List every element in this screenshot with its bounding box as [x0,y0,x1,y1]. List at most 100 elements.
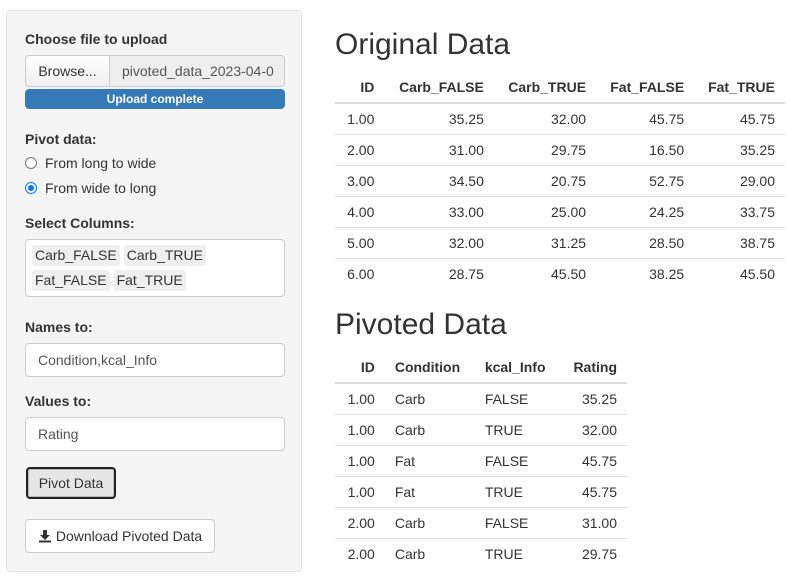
table-cell: 20.75 [493,165,597,197]
table-cell: 45.50 [493,258,597,289]
table-cell: 31.25 [493,227,597,259]
table-cell: 35.25 [384,102,494,135]
file-upload-label: Choose file to upload [25,31,168,47]
table-row: 2.00 31.00 29.75 16.50 35.25 [335,134,785,166]
column-header: ID [335,72,385,104]
table-cell: 25.00 [493,196,597,228]
upload-progress-fill: Upload complete [25,89,285,109]
column-header: kcal_Info [474,352,560,384]
table-cell: TRUE [474,414,560,446]
table-cell: Carb [384,382,475,415]
table-cell: 45.75 [694,102,785,135]
table-cell: 29.75 [493,134,597,166]
table-cell: TRUE [474,476,560,508]
table-row: 6.00 28.75 45.50 38.25 45.50 [335,258,785,289]
radio-label: From long to wide [45,155,157,171]
column-header: Rating [559,352,627,384]
table-cell: 33.75 [694,196,785,228]
selected-column-chip[interactable]: Carb_FALSE [32,245,120,266]
radio-long-to-wide[interactable]: From long to wide [25,155,156,171]
table-row: 2.00 Carb FALSE 31.00 [335,507,627,539]
table-row: 1.00 Fat FALSE 45.75 [335,445,627,477]
table-cell: 38.25 [596,258,695,289]
table-cell: FALSE [474,382,560,415]
table-cell: 29.75 [559,538,627,569]
table-cell: 35.25 [694,134,785,166]
radio-label: From wide to long [45,180,157,196]
download-pivoted-data-button[interactable]: Download Pivoted Data [25,519,215,553]
table-cell: 6.00 [335,258,385,289]
download-icon [38,530,51,543]
column-header: Fat_TRUE [694,72,785,104]
table-cell: 32.00 [559,414,627,446]
original-data-title: Original Data [335,28,511,61]
table-cell: 2.00 [335,538,385,569]
pivoted-data-table: ID Condition kcal_Info Rating 1.00 Carb FALSE… [335,352,627,569]
selected-column-chip[interactable]: Fat_TRUE [113,270,186,291]
original-data-table: ID Carb_FALSE Carb_TRUE Fat_FALSE Fat_TRUE 1… [335,72,785,289]
table-cell: 1.00 [335,476,385,508]
table-cell: 1.00 [335,382,385,415]
table-cell: 1.00 [335,445,385,477]
file-name-field[interactable]: pivoted_data_2023-04-0 [109,55,285,87]
table-row: 1.00 35.25 32.00 45.75 45.75 [335,102,785,135]
radio-button[interactable] [25,157,37,169]
pivot-data-label: Pivot data: [25,131,97,147]
values-to-label: Values to: [25,393,92,409]
download-button-label: Download Pivoted Data [55,528,203,544]
table-cell: 45.50 [694,258,785,289]
table-cell: FALSE [474,507,560,539]
table-cell: Carb [384,414,475,446]
table-cell: 2.00 [335,507,385,539]
browse-button[interactable]: Browse... [25,55,109,87]
pivoted-data-title: Pivoted Data [335,308,507,341]
column-header: Condition [384,352,475,384]
table-cell: 32.00 [493,102,597,135]
table-cell: 29.00 [694,165,785,197]
selected-column-chip[interactable]: Fat_FALSE [32,270,110,291]
table-row: 1.00 Carb TRUE 32.00 [335,414,627,446]
table-cell: 31.00 [384,134,494,166]
table-cell: 1.00 [335,414,385,446]
table-cell: Fat [384,445,475,477]
table-cell: 45.75 [559,476,627,508]
table-cell: 3.00 [335,165,385,197]
table-cell: 28.50 [596,227,695,259]
select-columns-label: Select Columns: [25,215,135,231]
values-to-input[interactable]: Rating [25,417,285,451]
table-cell: 2.00 [335,134,385,166]
table-cell: 35.25 [559,382,627,415]
table-row: 3.00 34.50 20.75 52.75 29.00 [335,165,785,197]
table-cell: 4.00 [335,196,385,228]
table-cell: Carb [384,507,475,539]
pivot-data-button[interactable]: Pivot Data [26,467,116,499]
column-header: ID [335,352,385,384]
table-cell: 45.75 [596,102,695,135]
select-columns-input[interactable]: Carb_FALSE Carb_TRUE Fat_FALSE Fat_TRUE [25,239,285,297]
table-cell: FALSE [474,445,560,477]
column-header: Carb_FALSE [384,72,494,104]
file-upload-control: Browse... pivoted_data_2023-04-0 [25,55,285,87]
names-to-input[interactable]: Condition,kcal_Info [25,343,285,377]
table-cell: 32.00 [384,227,494,259]
table-row: 1.00 Carb FALSE 35.25 [335,382,627,415]
table-row: 1.00 Fat TRUE 45.75 [335,476,627,508]
radio-button[interactable] [25,182,37,194]
radio-wide-to-long[interactable]: From wide to long [25,180,156,196]
table-row: 4.00 33.00 25.00 24.25 33.75 [335,196,785,228]
sidebar-panel: Choose file to upload Browse... pivoted_… [6,10,302,572]
table-cell: 33.00 [384,196,494,228]
table-cell: Fat [384,476,475,508]
table-cell: TRUE [474,538,560,569]
selected-column-chip[interactable]: Carb_TRUE [123,245,206,266]
table-header-row: ID Condition kcal_Info Rating [335,352,627,384]
table-cell: 34.50 [384,165,494,197]
table-row: 2.00 Carb TRUE 29.75 [335,538,627,569]
table-cell: 5.00 [335,227,385,259]
table-cell: 38.75 [694,227,785,259]
column-header: Carb_TRUE [493,72,597,104]
table-cell: 1.00 [335,102,385,135]
table-cell: 52.75 [596,165,695,197]
column-header: Fat_FALSE [596,72,695,104]
table-header-row: ID Carb_FALSE Carb_TRUE Fat_FALSE Fat_TRUE [335,72,785,104]
